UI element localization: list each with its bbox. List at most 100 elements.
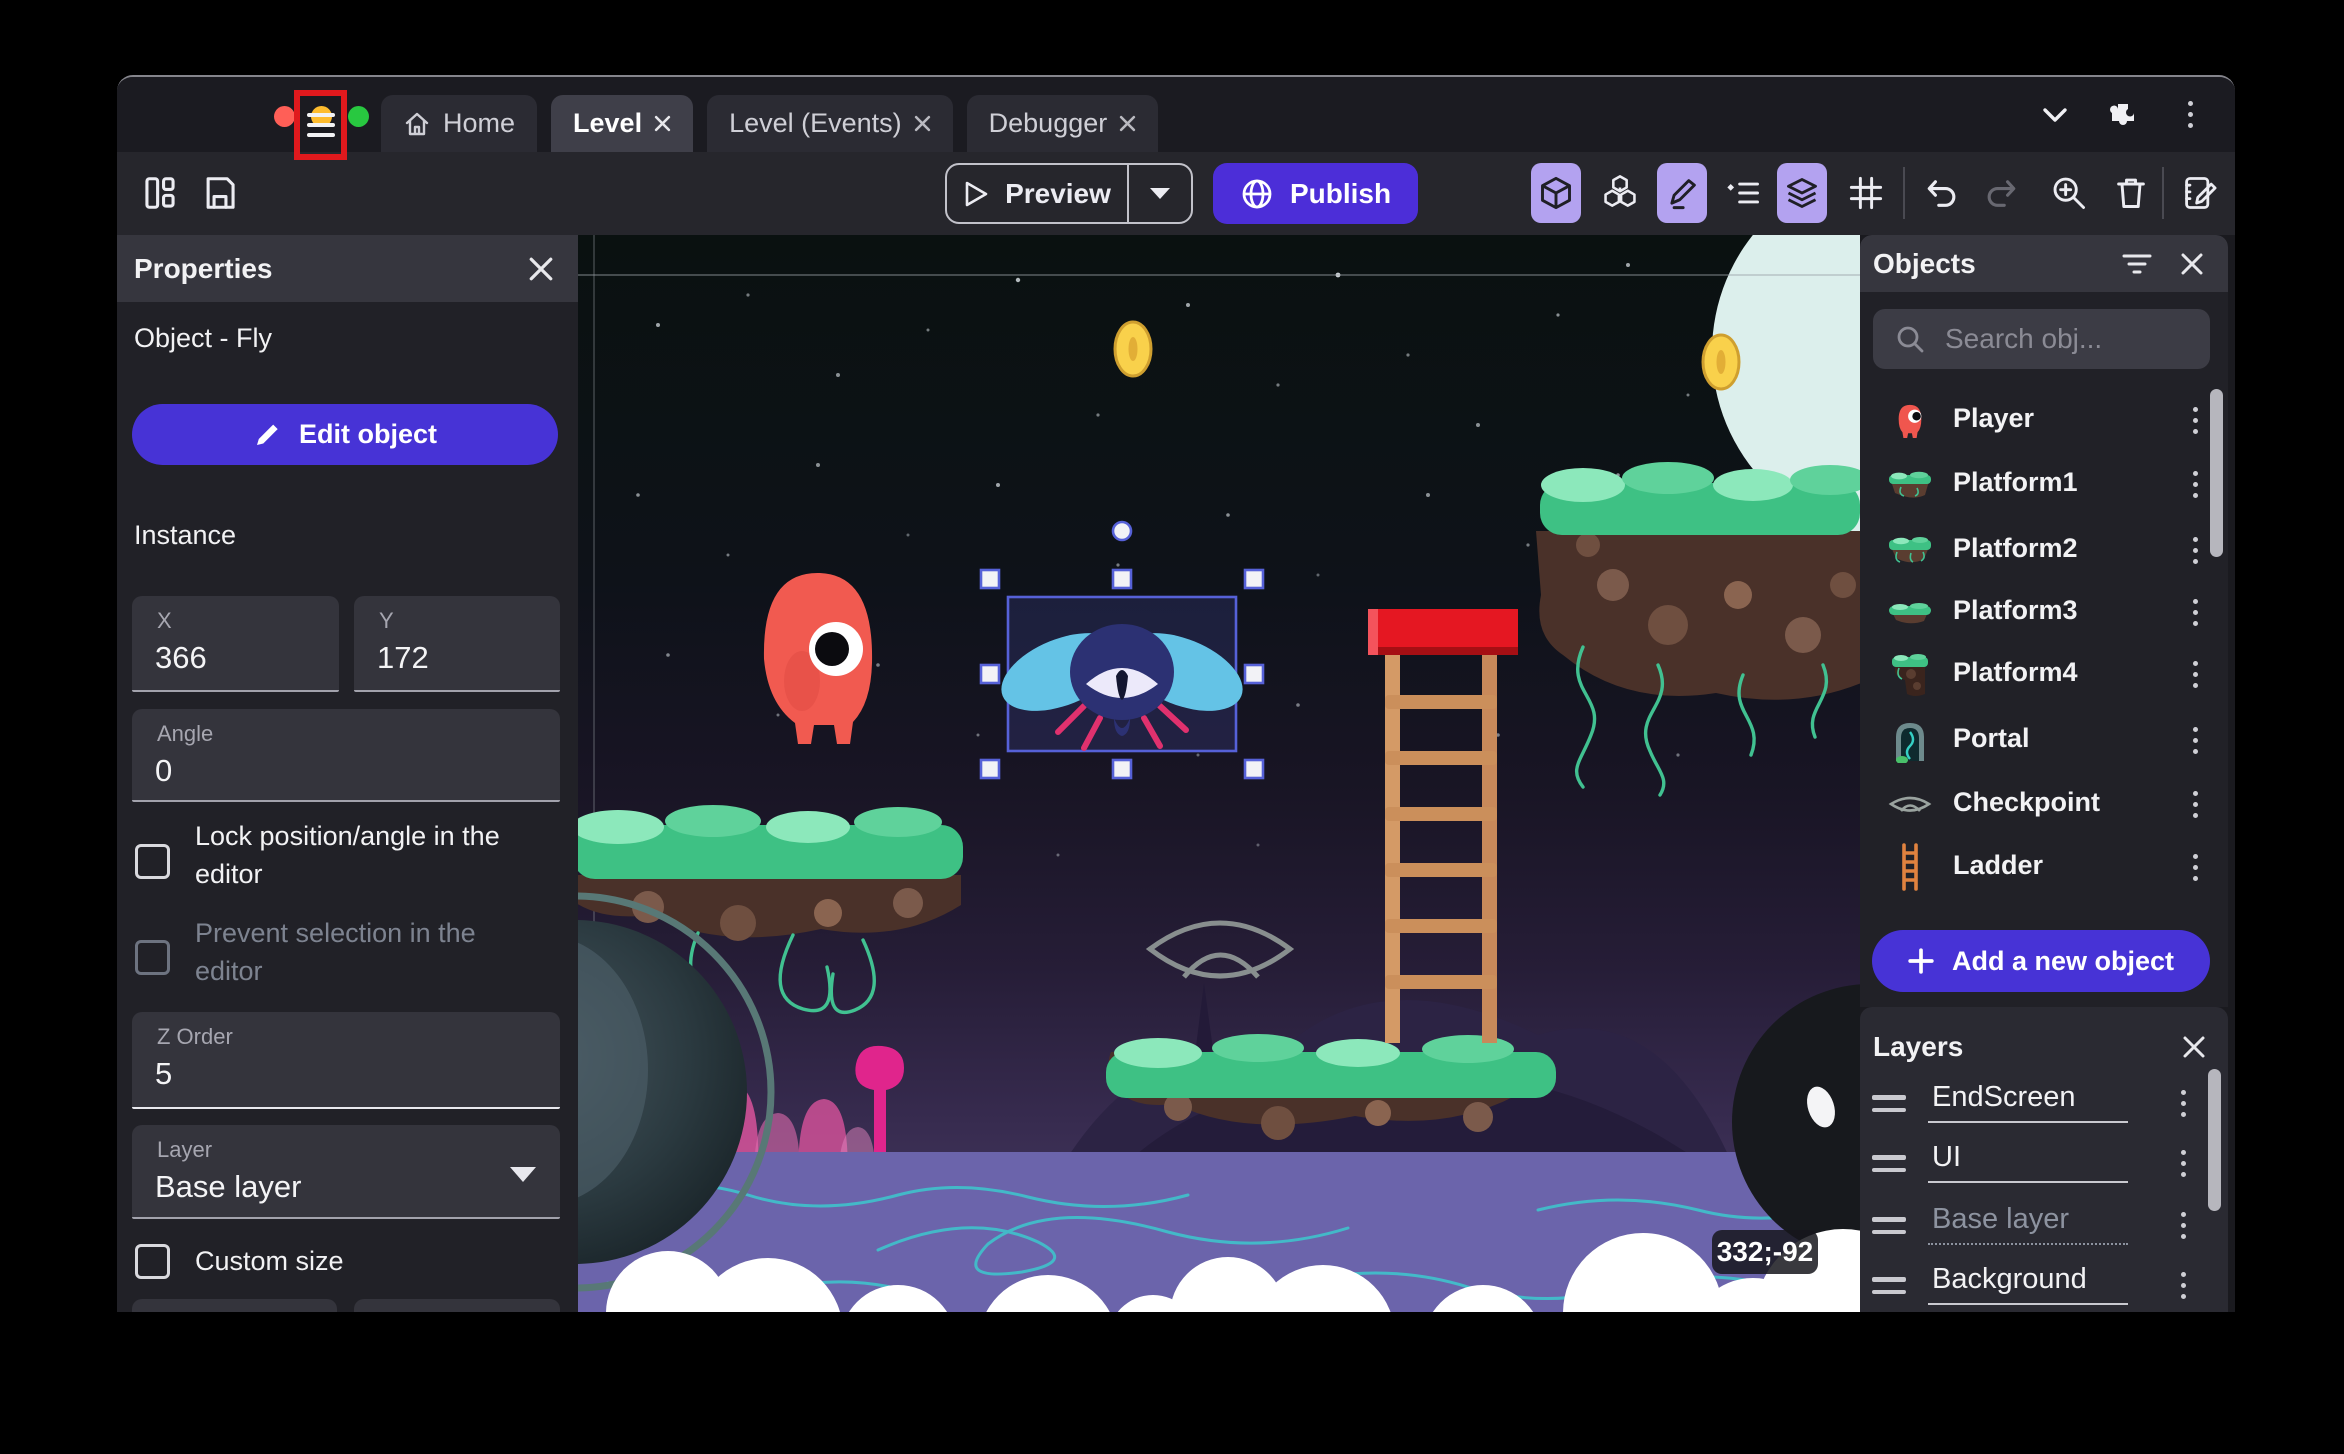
object-menu-kebab-icon[interactable] (2180, 784, 2210, 824)
macos-zoom-button[interactable] (348, 106, 369, 127)
tab-home[interactable]: Home (381, 95, 538, 152)
drag-handle-icon[interactable] (1872, 1095, 1906, 1112)
object-row-player[interactable]: Player (1860, 388, 2228, 452)
search-icon (1897, 326, 1924, 353)
preview-options-dropdown[interactable] (1127, 165, 1191, 222)
prevent-selection-checkbox[interactable] (135, 940, 170, 975)
close-panel-icon[interactable] (2182, 1035, 2206, 1059)
instances-list-icon[interactable] (1718, 163, 1768, 223)
drag-handle-icon[interactable] (1872, 1155, 1906, 1172)
main-menu-hamburger-highlight (294, 90, 347, 160)
layers-scrollbar[interactable] (2208, 1069, 2221, 1211)
z-order-value: 5 (155, 1056, 173, 1091)
y-field-label: Y (379, 608, 394, 633)
content-area: Properties Object - Fly Edit object Inst… (117, 235, 2235, 1312)
extensions-puzzle-icon[interactable] (2105, 97, 2141, 133)
layer-row-background[interactable]: Background (1860, 1257, 2228, 1312)
tab-level[interactable]: Level (551, 95, 694, 152)
close-panel-icon[interactable] (528, 256, 554, 282)
platform2-object-icon (1885, 524, 1935, 576)
lock-position-label: Lock position/angle in the editor (195, 821, 500, 889)
close-tab-icon[interactable] (654, 115, 671, 132)
x-field[interactable]: X 366 (132, 596, 339, 692)
right-column: Objects Search obj... Player Platform1 P… (1860, 235, 2235, 1312)
width-field-cutoff[interactable] (132, 1299, 337, 1312)
lock-position-checkbox[interactable] (135, 844, 170, 879)
layer-menu-kebab-icon[interactable] (2168, 1143, 2198, 1183)
pencil-icon (256, 424, 278, 445)
layer-select-label: Layer (157, 1137, 213, 1162)
scene-editor-canvas[interactable]: 332;-92 (578, 235, 1860, 1312)
edit-mode-pencil-icon[interactable] (1657, 163, 1707, 223)
layer-menu-kebab-icon[interactable] (2168, 1265, 2198, 1305)
x-field-label: X (157, 608, 172, 633)
layers-panel-icon[interactable] (1777, 163, 1827, 223)
undo-icon[interactable] (1916, 163, 1966, 223)
object-menu-kebab-icon[interactable] (2180, 592, 2210, 632)
z-order-label: Z Order (157, 1024, 233, 1049)
y-field[interactable]: Y 172 (354, 596, 560, 692)
object-menu-kebab-icon[interactable] (2180, 720, 2210, 760)
coin-instance[interactable] (1113, 320, 1153, 378)
filter-icon[interactable] (2122, 252, 2152, 276)
tab-level-events[interactable]: Level (Events) (707, 95, 953, 152)
angle-field[interactable]: Angle 0 (132, 709, 560, 802)
close-panel-icon[interactable] (2180, 252, 2204, 276)
close-tab-icon[interactable] (914, 115, 931, 132)
app-window: Home Level Level (Events) Debugger Previ… (117, 75, 2235, 1312)
layer-menu-kebab-icon[interactable] (2168, 1083, 2198, 1123)
close-tab-icon[interactable] (1119, 115, 1136, 132)
properties-panel: Properties Object - Fly Edit object Inst… (117, 235, 578, 1312)
layer-select[interactable]: Layer Base layer (132, 1125, 560, 1219)
preview-button-main[interactable]: Preview (947, 165, 1127, 222)
macos-close-button[interactable] (274, 106, 295, 127)
object-menu-kebab-icon[interactable] (2180, 847, 2210, 887)
object-row-ladder[interactable]: Ladder (1860, 835, 2228, 899)
open-project-manager-icon[interactable] (135, 163, 185, 223)
object-menu-kebab-icon[interactable] (2180, 464, 2210, 504)
layer-row-endscreen[interactable]: EndScreen (1860, 1075, 2228, 1133)
object-menu-kebab-icon[interactable] (2180, 530, 2210, 570)
grid-icon[interactable] (1841, 163, 1891, 223)
layer-row-ui[interactable]: UI (1860, 1135, 2228, 1193)
window-menu-kebab-icon[interactable] (2175, 95, 2205, 135)
object-row-portal[interactable]: Portal (1860, 708, 2228, 772)
object-row-platform4[interactable]: Platform4 (1860, 642, 2228, 706)
drag-handle-icon[interactable] (1872, 1277, 1906, 1294)
save-icon[interactable] (195, 163, 245, 223)
platform4-object-icon (1885, 648, 1935, 700)
z-order-field[interactable]: Z Order 5 (132, 1012, 560, 1109)
object-groups-icon[interactable] (1595, 163, 1645, 223)
coin-instance[interactable] (1701, 333, 1741, 391)
preview-button[interactable]: Preview (945, 163, 1193, 224)
layer-name-underline (1928, 1181, 2128, 1183)
object-menu-kebab-icon[interactable] (2180, 400, 2210, 440)
tab-debugger[interactable]: Debugger (966, 95, 1159, 152)
object-search-box[interactable] (1873, 309, 2210, 369)
object-row-platform3[interactable]: Platform3 (1860, 580, 2228, 644)
publish-button[interactable]: Publish (1213, 163, 1418, 224)
custom-size-checkbox[interactable] (135, 1244, 170, 1279)
object-row-platform1[interactable]: Platform1 (1860, 452, 2228, 516)
add-new-object-button[interactable]: Add a new object (1872, 930, 2210, 992)
drag-handle-icon[interactable] (1872, 1217, 1906, 1234)
edit-object-button[interactable]: Edit object (132, 404, 558, 465)
object-menu-kebab-icon[interactable] (2180, 654, 2210, 694)
delete-trash-icon[interactable] (2106, 163, 2156, 223)
zoom-in-icon[interactable] (2044, 163, 2094, 223)
layer-row-base-layer[interactable]: Base layer (1860, 1197, 2228, 1255)
object-row-platform2[interactable]: Platform2 (1860, 518, 2228, 582)
toolbar-divider (2162, 167, 2164, 219)
object-row-checkpoint[interactable]: Checkpoint (1860, 772, 2228, 836)
search-input[interactable] (1943, 322, 2177, 356)
redo-icon[interactable] (1977, 163, 2027, 223)
objects-scrollbar[interactable] (2210, 389, 2223, 557)
layers-title: Layers (1873, 1031, 1964, 1062)
height-field-cutoff[interactable] (354, 1299, 560, 1312)
layer-menu-kebab-icon[interactable] (2168, 1205, 2198, 1245)
toggle-3d-view-icon[interactable] (1531, 163, 1581, 223)
platform3-object-icon (1885, 586, 1935, 638)
chevron-down-icon[interactable] (2039, 99, 2071, 131)
edit-scene-properties-icon[interactable] (2175, 163, 2225, 223)
tab-home-label: Home (443, 108, 516, 138)
